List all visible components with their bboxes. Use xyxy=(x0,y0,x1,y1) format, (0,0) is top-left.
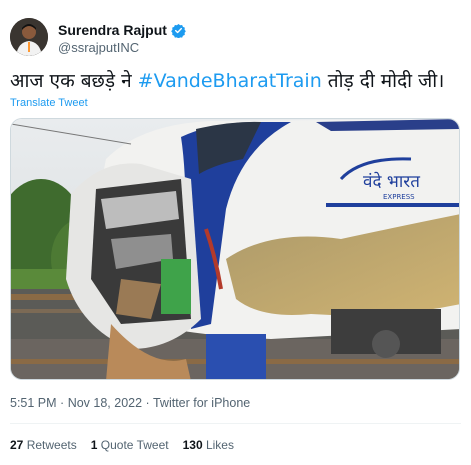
quotes-label: Quote Tweet xyxy=(100,438,169,452)
likes-label: Likes xyxy=(205,438,234,452)
tweet-photo[interactable]: वंदे भारत EXPRESS xyxy=(10,118,460,380)
verified-badge-icon xyxy=(171,23,186,38)
quotes-count: 1 xyxy=(90,438,98,452)
likes-stat[interactable]: 130 Likes xyxy=(183,438,234,452)
likes-count: 130 xyxy=(182,438,203,452)
tweet-date[interactable]: Nov 18, 2022 xyxy=(68,396,142,410)
tweet-metadata: 5:51 PM · Nov 18, 2022 · Twitter for iPh… xyxy=(10,396,250,410)
tweet-text: आज एक बछड़े ने #VandeBharatTrain तोड़ दी… xyxy=(10,68,444,94)
meta-separator-2: · xyxy=(145,396,150,410)
logo-text: वंदे भारत xyxy=(363,171,420,192)
retweets-label: Retweets xyxy=(26,438,77,452)
translate-tweet-link[interactable]: Translate Tweet xyxy=(10,97,88,109)
author-name-row: Surendra Rajput xyxy=(58,22,186,38)
divider xyxy=(10,423,461,424)
quote-tweets-stat[interactable]: 1 Quote Tweet xyxy=(91,438,169,452)
tweet-text-before: आज एक बछड़े ने xyxy=(10,70,138,92)
avatar[interactable] xyxy=(10,18,48,56)
author-name[interactable]: Surendra Rajput xyxy=(58,22,167,38)
tweet: Surendra Rajput @ssrajputINC आज एक बछड़े… xyxy=(0,0,471,465)
hashtag-link[interactable]: #VandeBharatTrain xyxy=(138,70,322,92)
tweet-text-after: तोड़ दी मोदी जी। xyxy=(321,70,445,92)
retweets-stat[interactable]: 27 Retweets xyxy=(10,438,77,452)
train-photo-image: वंदे भारत EXPRESS xyxy=(11,119,459,379)
tweet-time[interactable]: 5:51 PM xyxy=(10,396,57,410)
author-handle[interactable]: @ssrajputINC xyxy=(58,40,139,55)
logo-subtext: EXPRESS xyxy=(383,193,415,201)
meta-separator-1: · xyxy=(60,396,65,410)
retweets-count: 27 xyxy=(10,438,24,452)
tweet-source[interactable]: Twitter for iPhone xyxy=(153,396,250,410)
tweet-stats: 27 Retweets 1 Quote Tweet 130 Likes xyxy=(10,438,248,452)
